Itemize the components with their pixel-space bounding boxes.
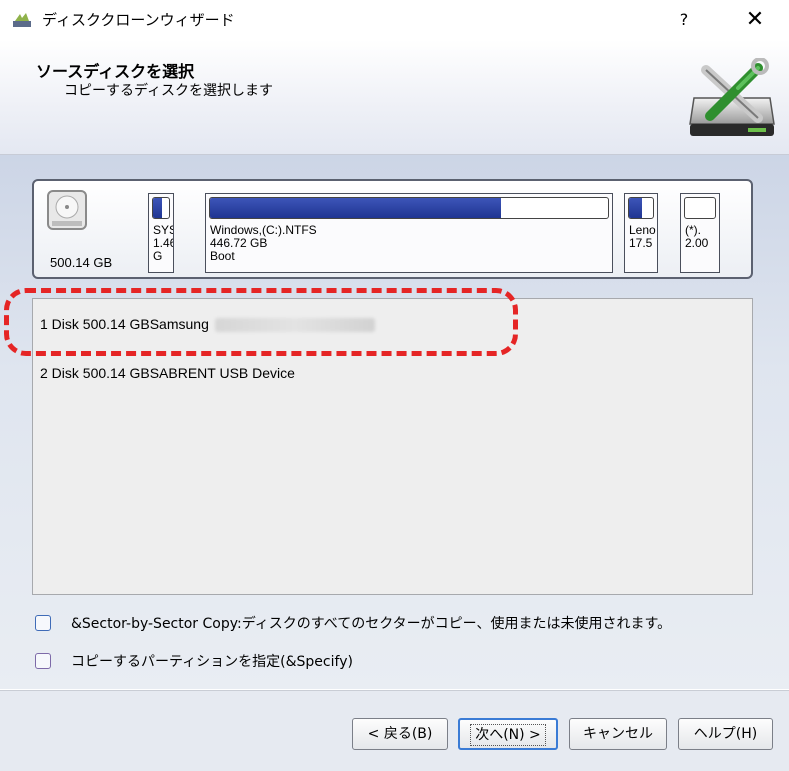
page-title: ソースディスクを選択: [36, 62, 195, 81]
help-button[interactable]: ヘルプ(H): [678, 718, 773, 750]
disk-2-label: 2 Disk 500.14 GBSABRENT USB Device: [40, 365, 295, 381]
partition-label: (*). 2.00: [685, 223, 709, 250]
list-item-disk-2[interactable]: 2 Disk 500.14 GBSABRENT USB Device: [40, 365, 295, 381]
disk-map[interactable]: 500.14 GB SYS 1.46 G Windows,(C:).NTFS 4…: [32, 179, 753, 279]
partition-unallocated[interactable]: (*). 2.00: [680, 193, 720, 273]
hard-disk-icon: [47, 190, 87, 230]
sector-copy-option[interactable]: &Sector-by-Sector Copy:ディスクのすべてのセクターがコピー…: [35, 613, 671, 633]
specify-partition-option[interactable]: コピーするパーティションを指定(&Specify): [35, 651, 353, 671]
close-button[interactable]: ✕: [735, 6, 775, 34]
partition-label: Windows,(C:).NTFS 446.72 GB Boot: [210, 223, 317, 263]
partition-windows[interactable]: Windows,(C:).NTFS 446.72 GB Boot: [205, 193, 613, 273]
partition-label: Leno 17.5: [629, 223, 656, 250]
content-panel: 500.14 GB SYS 1.46 G Windows,(C:).NTFS 4…: [0, 155, 789, 689]
redacted-serial: [214, 318, 375, 333]
specify-partition-checkbox[interactable]: [35, 653, 51, 669]
disk-wizard-icon: [13, 13, 31, 27]
wizard-header: ソースディスクを選択 コピーするディスクを選択します: [0, 40, 789, 155]
partition-label: SYS 1.46 G: [153, 223, 173, 263]
cancel-button[interactable]: キャンセル: [569, 718, 667, 750]
disk-size-label: 500.14 GB: [50, 255, 113, 270]
page-subtitle: コピーするディスクを選択します: [64, 83, 274, 99]
window-title: ディスククローンウィザード: [42, 11, 235, 29]
help-title-button[interactable]: ?: [669, 6, 699, 34]
disk-1-label: 1 Disk 500.14 GBSamsung: [40, 316, 209, 332]
next-button[interactable]: 次へ(N) >: [458, 718, 558, 750]
partition-lenovo[interactable]: Leno 17.5: [624, 193, 658, 273]
back-button[interactable]: < 戻る(B): [352, 718, 448, 750]
list-item-disk-1[interactable]: 1 Disk 500.14 GBSamsung: [40, 316, 375, 333]
disk-tools-icon: [689, 58, 775, 136]
specify-partition-label: コピーするパーティションを指定(&Specify): [71, 654, 353, 670]
source-disk-list[interactable]: [32, 298, 753, 595]
title-bar: ディスククローンウィザード ? ✕: [0, 0, 789, 40]
partition-system[interactable]: SYS 1.46 G: [148, 193, 174, 273]
sector-copy-label: &Sector-by-Sector Copy:ディスクのすべてのセクターがコピー…: [71, 616, 672, 632]
sector-copy-checkbox[interactable]: [35, 615, 51, 631]
wizard-footer: < 戻る(B) 次へ(N) > キャンセル ヘルプ(H): [0, 690, 789, 771]
